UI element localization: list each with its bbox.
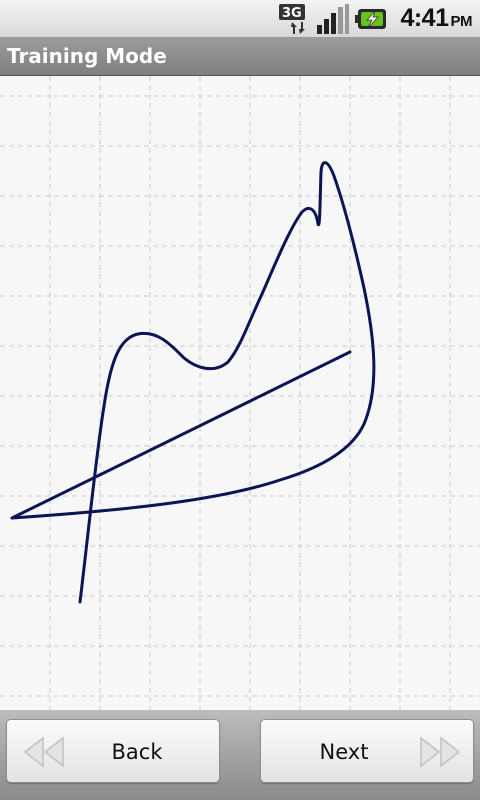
handwritten-stroke [10,161,376,604]
network-3g-icon: 3G [279,4,305,34]
signal-strength-icon [317,4,349,34]
battery-charging-icon [355,9,386,29]
next-button-label: Next [319,740,369,764]
forward-arrows-icon [420,736,461,768]
back-button-label: Back [111,740,163,764]
status-bar: 3G 4:41 PM [0,0,480,38]
next-button[interactable]: Next [260,719,474,783]
grid-lines [0,76,480,710]
time-value: 4:41 [400,4,449,32]
back-button[interactable]: Back [6,719,220,783]
bottom-button-bar: Back Next [0,710,480,800]
page-title: Training Mode [7,44,167,68]
time-ampm: PM [450,13,473,30]
title-bar: Training Mode [0,38,480,76]
drawing-surface[interactable] [0,76,480,710]
drawing-canvas[interactable] [0,76,480,710]
svg-text:3G: 3G [282,6,302,21]
status-time: 4:41 PM [400,4,472,33]
